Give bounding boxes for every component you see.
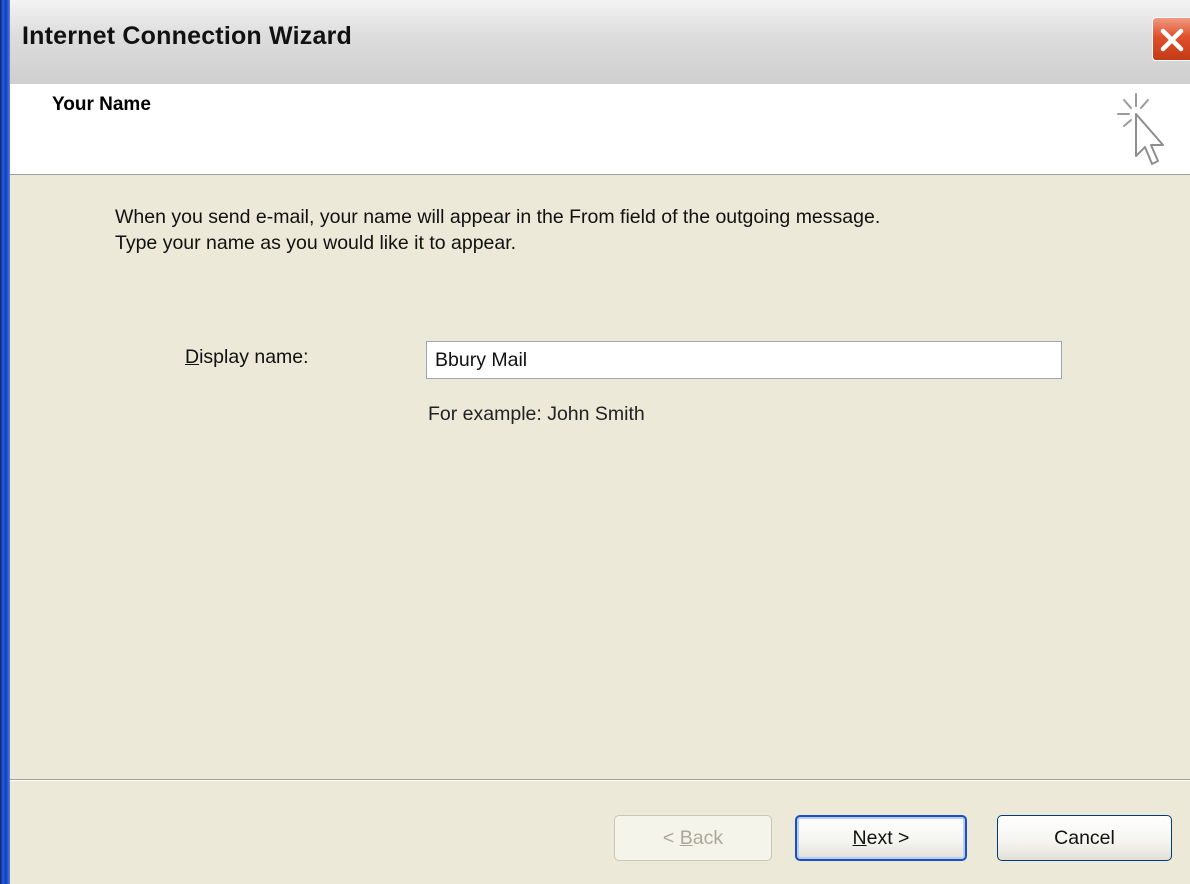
close-button[interactable] <box>1152 17 1190 61</box>
cancel-button[interactable]: Cancel <box>997 815 1172 861</box>
wizard-header: Your Name <box>10 84 1190 175</box>
button-bar: < Back Next > Cancel <box>10 781 1190 884</box>
window-left-border <box>0 0 10 884</box>
back-mnemonic: B <box>679 827 693 849</box>
title-bar[interactable]: Internet Connection Wizard <box>10 0 1190 85</box>
display-name-label-text: isplay name: <box>199 346 309 368</box>
intro-text: When you send e-mail, your name will app… <box>115 204 1165 256</box>
example-hint: For example: John Smith <box>428 403 645 425</box>
back-label: ack <box>692 827 724 849</box>
window-title: Internet Connection Wizard <box>22 22 352 50</box>
wizard-cursor-icon <box>1117 93 1164 165</box>
wizard-content: When you send e-mail, your name will app… <box>10 175 1190 779</box>
display-name-input[interactable] <box>426 341 1062 379</box>
next-label: ext > <box>866 827 910 849</box>
display-name-label: Display name: <box>185 346 309 369</box>
back-button[interactable]: < Back <box>614 815 772 861</box>
intro-line-1: When you send e-mail, your name will app… <box>115 206 881 228</box>
next-button[interactable]: Next > <box>795 815 967 861</box>
display-name-mnemonic: D <box>185 346 200 368</box>
intro-line-2: Type your name as you would like it to a… <box>115 232 517 254</box>
page-title: Your Name <box>52 94 151 115</box>
close-icon <box>1160 28 1184 52</box>
next-mnemonic: N <box>852 827 867 849</box>
wizard-window: Internet Connection Wizard Your Name Whe… <box>0 0 1190 884</box>
back-prefix: < <box>662 827 680 849</box>
